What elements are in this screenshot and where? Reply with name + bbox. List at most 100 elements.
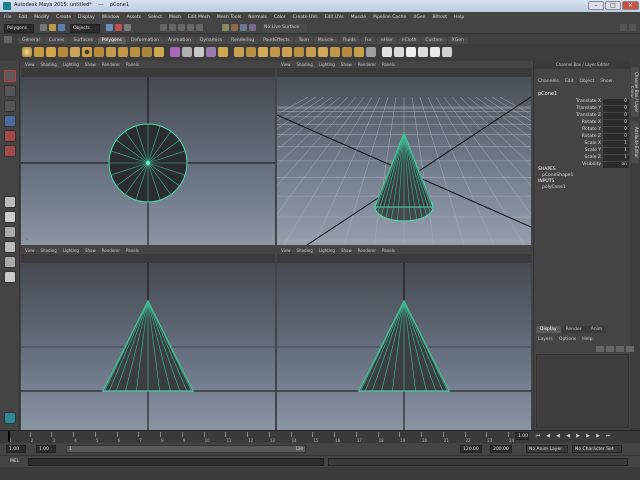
move-layer-down-icon[interactable] <box>626 346 634 352</box>
attr-rotate-z[interactable]: Rotate Z0 <box>534 134 631 140</box>
viewport-menu-show[interactable]: Show <box>341 248 352 253</box>
scale-tool-icon[interactable] <box>4 145 16 157</box>
shape-node-item[interactable]: pConeShape1 <box>542 173 573 178</box>
viewport-menu-show[interactable]: Show <box>85 248 96 253</box>
step-back-frame-icon[interactable]: ◀ <box>555 433 561 439</box>
rotate-tool-icon[interactable] <box>4 130 16 142</box>
viewport-menu-renderer[interactable]: Renderer <box>358 62 376 67</box>
viewport-front[interactable]: View Shading Lighting Show Renderer Pane… <box>21 247 275 430</box>
shelf-tab-ncloth[interactable]: nCloth <box>397 37 421 44</box>
layer-list[interactable] <box>536 354 629 428</box>
snap-point-icon[interactable] <box>178 24 185 31</box>
shelf-tab-fur[interactable]: Fur <box>360 37 376 44</box>
menu-color[interactable]: Color <box>274 15 286 20</box>
shelf-tab-nhair[interactable]: nHair <box>376 37 397 44</box>
side-tab-channel-box[interactable]: Channel Box / Layer Editor <box>631 67 639 117</box>
render-current-icon[interactable] <box>231 24 238 31</box>
select-object-icon[interactable] <box>115 24 122 31</box>
menu-xgen[interactable]: XGen <box>413 15 425 20</box>
shelf-tab-xgen[interactable]: XGen <box>447 37 468 44</box>
viewport-menu-lighting[interactable]: Lighting <box>63 248 79 253</box>
render-settings-icon[interactable] <box>249 24 256 31</box>
layer-tab-anim[interactable]: Anim <box>586 326 607 333</box>
poly-prism-icon[interactable] <box>94 47 104 57</box>
viewport-menu-renderer[interactable]: Renderer <box>102 248 120 253</box>
viewport-top[interactable]: View Shading Lighting Show Renderer Pane… <box>21 61 275 245</box>
save-scene-icon[interactable] <box>58 24 65 31</box>
extrude-icon[interactable] <box>234 47 244 57</box>
viewport-menu-show[interactable]: Show <box>341 62 352 67</box>
shelf-tab-deformation[interactable]: Deformation <box>126 37 163 44</box>
toggle-attribute-editor-icon[interactable] <box>629 24 636 31</box>
poly-cube-icon[interactable] <box>34 47 44 57</box>
poly-soccer-ball-icon[interactable] <box>142 47 152 57</box>
bridge-icon[interactable] <box>246 47 256 57</box>
shelf-tab-muscle[interactable]: Muscle <box>313 37 338 44</box>
menu-edit-uvs[interactable]: Edit UVs <box>325 15 344 20</box>
current-frame-field[interactable]: 1.00 <box>515 432 529 440</box>
shelf-tab-animation[interactable]: Animation <box>164 37 195 44</box>
shelf-tab-general[interactable]: General <box>18 37 44 44</box>
viewport-menu-show[interactable]: Show <box>85 62 96 67</box>
attr-translate-y[interactable]: Translate Y0 <box>534 106 631 112</box>
shelf-tab-polygons[interactable]: Polygons <box>97 37 126 44</box>
viewport-menu-panels[interactable]: Panels <box>126 62 139 67</box>
new-layer-selected-icon[interactable] <box>606 346 614 352</box>
shelf-settings-icon[interactable] <box>4 36 12 43</box>
separate-icon[interactable] <box>182 47 192 57</box>
shelf-tab-curves[interactable]: Curves <box>44 37 69 44</box>
poly-sphere-icon[interactable] <box>22 47 32 57</box>
snap-grid-icon[interactable] <box>160 24 167 31</box>
attr-translate-z[interactable]: Translate Z0 <box>534 113 631 119</box>
layer-tab-render[interactable]: Render <box>561 326 586 333</box>
move-tool-icon[interactable] <box>4 115 16 127</box>
attr-scale-x[interactable]: Scale X1 <box>534 141 631 147</box>
move-layer-up-icon[interactable] <box>616 346 624 352</box>
viewport-perspective[interactable]: View Shading Lighting Show Renderer Pane… <box>277 61 531 245</box>
playback-start-field[interactable]: 1.00 <box>36 445 56 453</box>
menu-help[interactable]: Help <box>454 15 464 20</box>
fill-hole-icon[interactable] <box>270 47 280 57</box>
edit-menu[interactable]: Edit <box>565 79 574 87</box>
menu-pipeline-cache[interactable]: Pipeline Cache <box>373 15 406 20</box>
viewport-side[interactable]: View Shading Lighting Show Renderer Pane… <box>277 247 531 430</box>
shelf-tab-rendering[interactable]: Rendering <box>227 37 259 44</box>
menu-edit[interactable]: Edit <box>19 15 28 20</box>
viewport-menu-panels[interactable]: Panels <box>382 248 395 253</box>
merge-icon[interactable] <box>330 47 340 57</box>
shelf-tab-dynamics[interactable]: Dynamics <box>195 37 227 44</box>
attr-rotate-y[interactable]: Rotate Y0 <box>534 127 631 133</box>
viewport-menu-renderer[interactable]: Renderer <box>358 248 376 253</box>
target-weld-icon[interactable] <box>342 47 352 57</box>
menu-muscle[interactable]: Muscle <box>351 15 367 20</box>
poly-torus-icon[interactable] <box>82 47 92 57</box>
step-forward-key-icon[interactable]: ▶ <box>595 433 601 439</box>
snap-curve-icon[interactable] <box>169 24 176 31</box>
poly-pyramid-icon[interactable] <box>106 47 116 57</box>
go-to-end-icon[interactable]: ⏭ <box>605 433 611 439</box>
viewport-menu-lighting[interactable]: Lighting <box>319 248 335 253</box>
menu-file[interactable]: File <box>4 15 12 20</box>
append-polygon-icon[interactable] <box>258 47 268 57</box>
auto-uv-icon[interactable] <box>418 47 428 57</box>
layers-menu[interactable]: Layers <box>538 337 553 342</box>
chamfer-icon[interactable] <box>354 47 364 57</box>
viewport-canvas[interactable]: ↗ <box>21 263 275 430</box>
viewport-canvas[interactable]: ↗ <box>277 77 531 245</box>
menu-create[interactable]: Create <box>56 15 71 20</box>
live-surface-field[interactable]: No Live Surface <box>262 24 307 33</box>
viewport-menu-shading[interactable]: Shading <box>297 248 313 253</box>
animation-end-field[interactable]: 200.00 <box>490 445 512 453</box>
attr-scale-y[interactable]: Scale Y1 <box>534 148 631 154</box>
ipr-render-icon[interactable] <box>240 24 247 31</box>
character-set-dropdown[interactable]: No Character Set <box>572 445 622 453</box>
spherical-uv-icon[interactable] <box>406 47 416 57</box>
playback-end-field[interactable]: 120.00 <box>460 445 482 453</box>
poly-pipe-icon[interactable] <box>118 47 128 57</box>
menu-edit-mesh[interactable]: Edit Mesh <box>188 15 210 20</box>
show-menu[interactable]: Show <box>600 79 612 87</box>
select-hierarchy-icon[interactable] <box>106 24 113 31</box>
viewport-canvas[interactable]: ↗ <box>277 263 531 430</box>
insert-edge-loop-icon[interactable] <box>282 47 292 57</box>
selection-mask-dropdown[interactable]: Objects <box>70 24 100 33</box>
